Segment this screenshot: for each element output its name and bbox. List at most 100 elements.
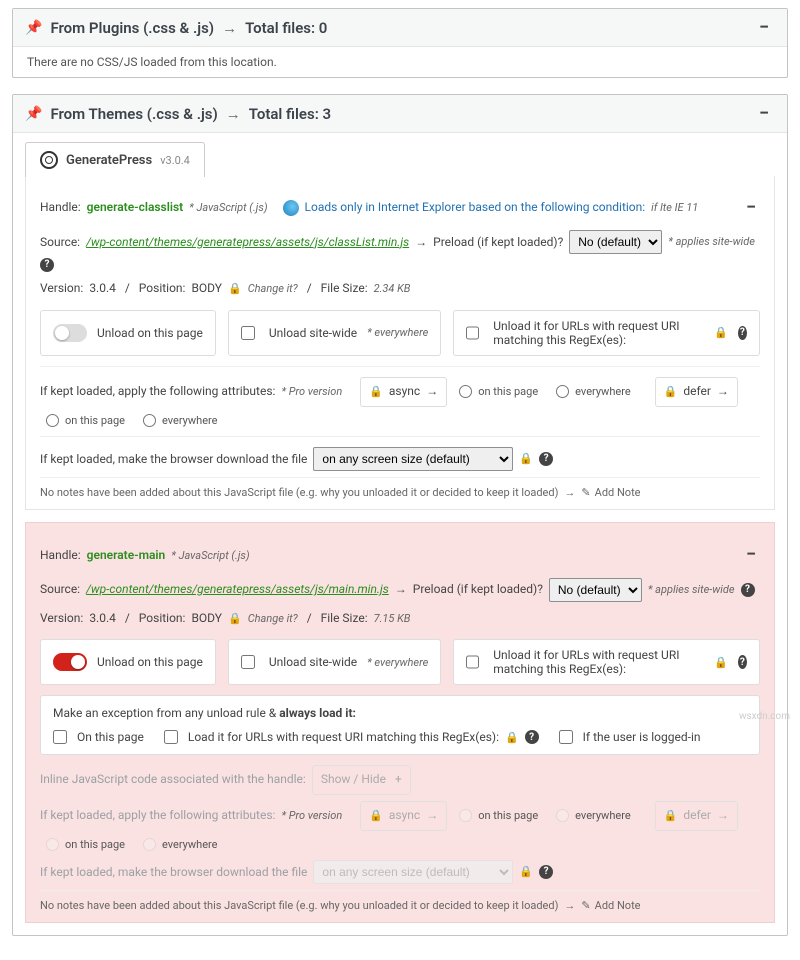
- lock-icon: 🔒: [505, 731, 519, 744]
- collapse-button[interactable]: −: [753, 103, 775, 124]
- unload-sitewide-box: Unload site-wide * everywhere: [228, 310, 441, 356]
- theme-name: GeneratePress: [66, 153, 152, 168]
- exc-regex-checkbox[interactable]: [164, 730, 178, 744]
- pencil-icon: ✎: [581, 899, 590, 912]
- collapse-asset-button[interactable]: −: [742, 539, 760, 571]
- theme-tabs: GeneratePress v3.0.4: [13, 133, 787, 176]
- async-onpage-radio: [459, 809, 472, 822]
- screen-size-select[interactable]: on any screen size (default): [313, 447, 513, 471]
- handle-name: generate-main: [87, 545, 166, 567]
- notes-row: No notes have been added about this Java…: [40, 890, 760, 912]
- ie-icon: [283, 200, 299, 216]
- unload-sitewide-checkbox[interactable]: [241, 326, 255, 340]
- lock-icon: 🔒: [714, 656, 728, 669]
- unload-regex-box: Unload it for URLs with request URI matc…: [453, 639, 760, 685]
- add-note-button[interactable]: ✎Add Note: [581, 899, 640, 912]
- position-value: BODY: [191, 608, 222, 630]
- asset-type: * JavaScript (.js): [171, 546, 249, 566]
- help-icon[interactable]: ?: [539, 865, 553, 879]
- arrow-icon: →: [395, 579, 407, 601]
- download-row: If kept loaded, make the browser downloa…: [40, 860, 760, 884]
- arrow-icon: →: [222, 19, 237, 37]
- handle-row: Handle: generate-main * JavaScript (.js)…: [40, 539, 760, 571]
- defer-box: 🔒defer→: [655, 801, 738, 831]
- pencil-icon: ✎: [581, 486, 590, 499]
- lock-icon: 🔒: [369, 382, 383, 402]
- exception-options: On this page Load it for URLs with reque…: [53, 730, 747, 744]
- unload-regex-checkbox[interactable]: [466, 655, 479, 669]
- themes-panel-header[interactable]: 📌 From Themes (.css & .js) → Total files…: [13, 95, 787, 133]
- defer-everywhere-radio[interactable]: [143, 414, 156, 427]
- source-link[interactable]: /wp-content/themes/generatepress/assets/…: [86, 232, 409, 254]
- async-box: 🔒async→: [360, 377, 447, 407]
- unload-page-box: Unload on this page: [40, 639, 216, 685]
- defer-everywhere-radio: [143, 838, 156, 851]
- watermark: wsxdn.com: [739, 711, 790, 722]
- unload-options-row: Unload on this page Unload site-wide * e…: [40, 310, 760, 356]
- exc-onpage-checkbox[interactable]: [53, 730, 67, 744]
- source-link[interactable]: /wp-content/themes/generatepress/assets/…: [86, 579, 389, 601]
- plugins-count: Total files: 0: [245, 19, 327, 37]
- attrs-row: If kept loaded, apply the following attr…: [40, 801, 760, 854]
- help-icon[interactable]: ?: [741, 583, 755, 597]
- async-everywhere-radio[interactable]: [556, 385, 569, 398]
- plugins-title-text: From Plugins (.css & .js): [50, 19, 214, 37]
- async-everywhere-radio: [556, 809, 569, 822]
- help-icon[interactable]: ?: [738, 326, 747, 340]
- async-onpage-radio[interactable]: [459, 385, 472, 398]
- defer-onpage-radio: [46, 838, 59, 851]
- lock-icon: 🔒: [714, 326, 728, 339]
- change-it-link[interactable]: Change it?: [248, 609, 298, 629]
- position-value: BODY: [191, 278, 222, 300]
- unload-regex-checkbox[interactable]: [466, 326, 479, 340]
- unload-sitewide-box: Unload site-wide * everywhere: [228, 639, 441, 685]
- version-value: 3.0.4: [89, 608, 116, 630]
- lock-icon: 🔒: [228, 609, 242, 629]
- add-note-button[interactable]: ✎Add Note: [581, 486, 640, 499]
- plugins-panel-header[interactable]: 📌 From Plugins (.css & .js) → Total file…: [13, 9, 787, 47]
- plugins-empty-note: There are no CSS/JS loaded from this loc…: [13, 47, 787, 77]
- ie-condition: if lte IE 11: [651, 198, 698, 218]
- help-icon[interactable]: ?: [525, 730, 539, 744]
- exception-box: Make an exception from any unload rule &…: [40, 695, 760, 755]
- pin-icon: 📌: [25, 20, 42, 36]
- download-row: If kept loaded, make the browser downloa…: [40, 436, 760, 471]
- asset-type: * JavaScript (.js): [189, 198, 267, 218]
- inline-js-row: Inline JavaScript code associated with t…: [40, 765, 760, 795]
- defer-onpage-radio[interactable]: [46, 414, 59, 427]
- lock-icon: 🔒: [228, 279, 242, 299]
- inline-js-toggle[interactable]: Show / Hide +: [312, 765, 411, 795]
- pin-icon: 📌: [25, 106, 42, 122]
- attrs-row: If kept loaded, apply the following attr…: [40, 366, 760, 430]
- meta-row: Version: 3.0.4 / Position: BODY 🔒 Change…: [40, 608, 760, 630]
- unload-page-toggle[interactable]: [53, 653, 87, 671]
- ie-condition-text: Loads only in Internet Explorer based on…: [305, 197, 646, 219]
- preload-label: Preload (if kept loaded)?: [413, 579, 543, 601]
- async-box: 🔒async→: [360, 801, 447, 831]
- generatepress-icon: [40, 151, 58, 169]
- meta-row: Version: 3.0.4 / Position: BODY 🔒 Change…: [40, 278, 760, 300]
- collapse-button[interactable]: −: [753, 17, 775, 38]
- collapse-asset-button[interactable]: −: [742, 192, 760, 224]
- version-value: 3.0.4: [89, 278, 116, 300]
- help-icon[interactable]: ?: [738, 655, 747, 669]
- unload-sitewide-checkbox[interactable]: [241, 655, 255, 669]
- exc-loggedin-checkbox[interactable]: [559, 730, 573, 744]
- asset-main: Handle: generate-main * JavaScript (.js)…: [25, 522, 775, 923]
- defer-box: 🔒defer→: [655, 377, 738, 407]
- unload-page-toggle[interactable]: [53, 324, 87, 342]
- plugins-panel-title: 📌 From Plugins (.css & .js) → Total file…: [25, 19, 753, 37]
- themes-panel: 📌 From Themes (.css & .js) → Total files…: [12, 94, 788, 936]
- screen-size-select: on any screen size (default): [313, 860, 513, 884]
- lock-icon: 🔒: [369, 806, 383, 826]
- exception-heading: Make an exception from any unload rule &…: [53, 706, 747, 720]
- help-icon[interactable]: ?: [40, 258, 54, 272]
- unload-options-row: Unload on this page Unload site-wide * e…: [40, 639, 760, 685]
- help-icon[interactable]: ?: [539, 452, 553, 466]
- theme-version: v3.0.4: [160, 154, 190, 167]
- theme-tab-generatepress[interactable]: GeneratePress v3.0.4: [25, 142, 205, 177]
- filesize-value: 7.15 KB: [374, 609, 411, 629]
- preload-select[interactable]: No (default): [549, 578, 642, 602]
- preload-select[interactable]: No (default): [569, 230, 662, 254]
- change-it-link[interactable]: Change it?: [248, 279, 298, 299]
